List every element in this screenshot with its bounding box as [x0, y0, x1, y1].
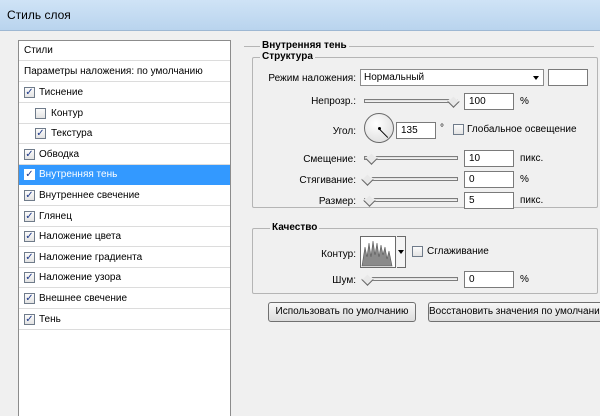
- style-item-checkbox[interactable]: ✓: [24, 87, 35, 98]
- contour-preview[interactable]: [360, 236, 396, 268]
- structure-title: Структура: [260, 51, 315, 62]
- noise-input[interactable]: 0: [464, 271, 514, 288]
- antialias-checkbox[interactable]: [412, 246, 423, 257]
- styles-list: Стили Параметры наложения: по умолчанию …: [18, 40, 231, 416]
- style-item[interactable]: ✓ Наложение цвета: [19, 227, 230, 248]
- angle-value: 135: [401, 125, 418, 136]
- style-item-checkbox[interactable]: ✓: [24, 148, 35, 160]
- style-item[interactable]: ✓ Внешнее свечение: [19, 289, 230, 309]
- noise-label: Шум:: [332, 275, 356, 286]
- style-item[interactable]: ✓ Обводка: [19, 145, 230, 165]
- window-title: Стиль слоя: [7, 8, 71, 22]
- blending-options-label: Параметры наложения: по умолчанию: [24, 66, 203, 77]
- style-item-checkbox[interactable]: ✓: [24, 169, 35, 181]
- style-item-checkbox[interactable]: ✓: [35, 128, 46, 140]
- size-value: 5: [469, 195, 475, 206]
- angle-dial[interactable]: [364, 113, 394, 143]
- style-item-label: Обводка: [39, 148, 80, 160]
- style-item-label: Тиснение: [39, 87, 84, 98]
- style-item-checkbox[interactable]: [35, 107, 46, 119]
- style-item-checkbox[interactable]: ✓: [24, 313, 35, 325]
- chevron-down-icon: [533, 76, 539, 80]
- global-light-checkbox[interactable]: [453, 124, 464, 135]
- distance-input[interactable]: 10: [464, 150, 514, 167]
- noise-unit: %: [520, 274, 529, 285]
- opacity-input[interactable]: 100: [464, 93, 514, 110]
- style-item[interactable]: ✓ Тень: [19, 310, 230, 330]
- style-item-label: Наложение узора: [39, 272, 122, 284]
- style-item-label: Глянец: [39, 210, 72, 222]
- opacity-unit: %: [520, 96, 529, 107]
- styles-header[interactable]: Стили: [19, 41, 230, 61]
- angle-unit: °: [440, 123, 444, 134]
- contour-label: Контур:: [321, 249, 356, 260]
- size-unit: пикс.: [520, 195, 544, 206]
- style-item-checkbox[interactable]: ✓: [24, 231, 35, 243]
- style-item[interactable]: Контур: [19, 104, 230, 124]
- styles-header-label: Стили: [24, 45, 53, 56]
- style-item[interactable]: ✓ Внутреннее свечение: [19, 186, 230, 206]
- opacity-slider[interactable]: [364, 99, 458, 103]
- reset-default-button[interactable]: Восстановить значения по умолчанию: [428, 302, 600, 322]
- style-item-checkbox[interactable]: ✓: [24, 293, 35, 304]
- noise-value: 0: [469, 274, 475, 285]
- quality-title: Качество: [270, 222, 320, 233]
- distance-value: 10: [469, 153, 481, 164]
- panel-title: Внутренняя тень: [260, 40, 349, 51]
- style-item-label: Внешнее свечение: [39, 293, 128, 304]
- distance-unit: пикс.: [520, 153, 544, 164]
- choke-slider[interactable]: [364, 177, 458, 181]
- blend-mode-select[interactable]: Нормальный: [360, 69, 544, 86]
- style-item-checkbox[interactable]: ✓: [24, 190, 35, 201]
- blending-options-item[interactable]: Параметры наложения: по умолчанию: [19, 62, 230, 82]
- style-item-label: Наложение градиента: [39, 251, 143, 263]
- choke-value: 0: [469, 174, 475, 185]
- style-item-label: Текстура: [51, 128, 93, 140]
- choke-label: Стягивание:: [299, 175, 356, 186]
- antialias-label: Сглаживание: [427, 246, 489, 257]
- blend-mode-value: Нормальный: [364, 72, 425, 83]
- chevron-down-icon: [398, 250, 404, 254]
- style-item-label: Внутренняя тень: [39, 169, 118, 181]
- angle-dial-center: [378, 127, 381, 130]
- distance-label: Смещение:: [303, 154, 356, 165]
- choke-unit: %: [520, 174, 529, 185]
- style-item[interactable]: ✓ Текстура: [19, 124, 230, 145]
- style-item-checkbox[interactable]: ✓: [24, 272, 35, 284]
- angle-label: Угол:: [332, 126, 356, 137]
- size-input[interactable]: 5: [464, 192, 514, 209]
- style-item[interactable]: ✓ Глянец: [19, 207, 230, 227]
- choke-input[interactable]: 0: [464, 171, 514, 188]
- style-item-label: Контур: [51, 107, 84, 119]
- size-label: Размер:: [318, 196, 356, 207]
- opacity-value: 100: [469, 96, 486, 107]
- blend-mode-label: Режим наложения:: [268, 73, 356, 84]
- style-item-checkbox[interactable]: ✓: [24, 251, 35, 263]
- noise-slider[interactable]: [364, 277, 458, 281]
- contour-graph-icon: [361, 240, 393, 267]
- window-titlebar: Стиль слоя: [0, 0, 600, 31]
- style-item[interactable]: ✓ Тиснение: [19, 83, 230, 103]
- style-item[interactable]: ✓ Наложение узора: [19, 268, 230, 289]
- quality-group: [252, 228, 598, 294]
- size-slider[interactable]: [364, 198, 458, 202]
- inner-shadow-panel: Внутренняя тень Структура Режим наложени…: [242, 36, 600, 416]
- global-light-label: Глобальное освещение: [467, 124, 577, 135]
- make-default-button[interactable]: Использовать по умолчанию: [268, 302, 416, 322]
- style-item-label: Наложение цвета: [39, 231, 122, 243]
- style-item-checkbox[interactable]: ✓: [24, 210, 35, 222]
- angle-input[interactable]: 135: [396, 122, 436, 139]
- style-item-label: Тень: [39, 313, 61, 325]
- style-item[interactable]: ✓ Внутренняя тень: [19, 165, 230, 186]
- contour-dropdown[interactable]: [397, 236, 406, 268]
- opacity-label: Непрозр.:: [311, 96, 356, 107]
- style-item-label: Внутреннее свечение: [39, 190, 140, 201]
- shadow-color-swatch[interactable]: [548, 69, 588, 86]
- style-item[interactable]: ✓ Наложение градиента: [19, 248, 230, 268]
